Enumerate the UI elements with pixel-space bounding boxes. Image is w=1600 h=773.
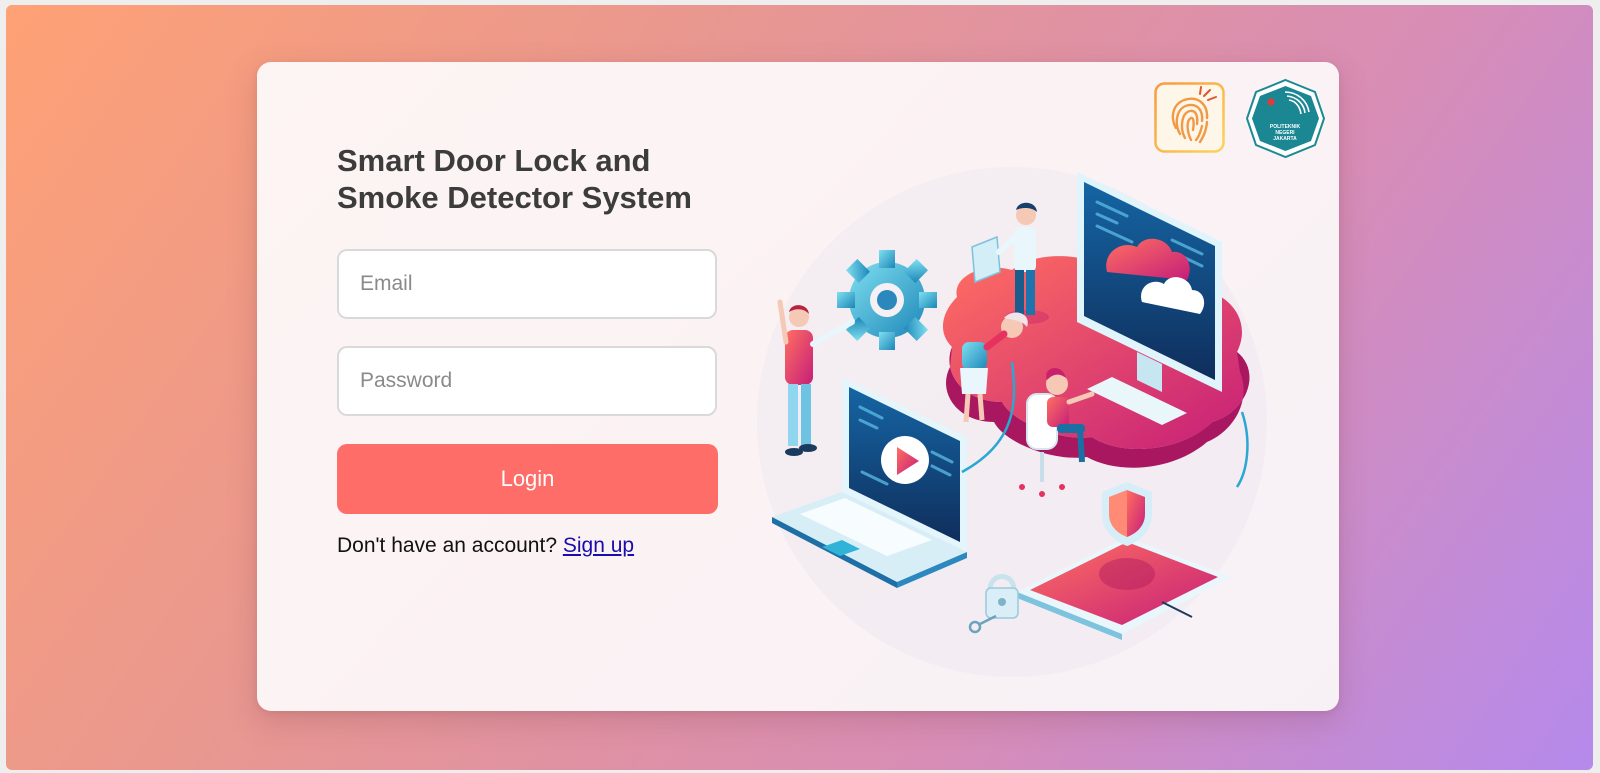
signup-link[interactable]: Sign up (563, 534, 634, 557)
illustration-cloud-tech (757, 167, 1267, 677)
email-field[interactable] (337, 249, 717, 319)
login-card: Smart Door Lock and Smoke Detector Syste… (257, 62, 1339, 711)
page-title: Smart Door Lock and Smoke Detector Syste… (337, 143, 692, 215)
page-background: Smart Door Lock and Smoke Detector Syste… (6, 5, 1593, 770)
signup-row: Don't have an account? Sign up (337, 534, 757, 558)
signup-prompt: Don't have an account? (337, 534, 557, 557)
gear-icon (837, 250, 937, 350)
password-field[interactable] (337, 346, 717, 416)
login-button[interactable]: Login (337, 444, 718, 514)
